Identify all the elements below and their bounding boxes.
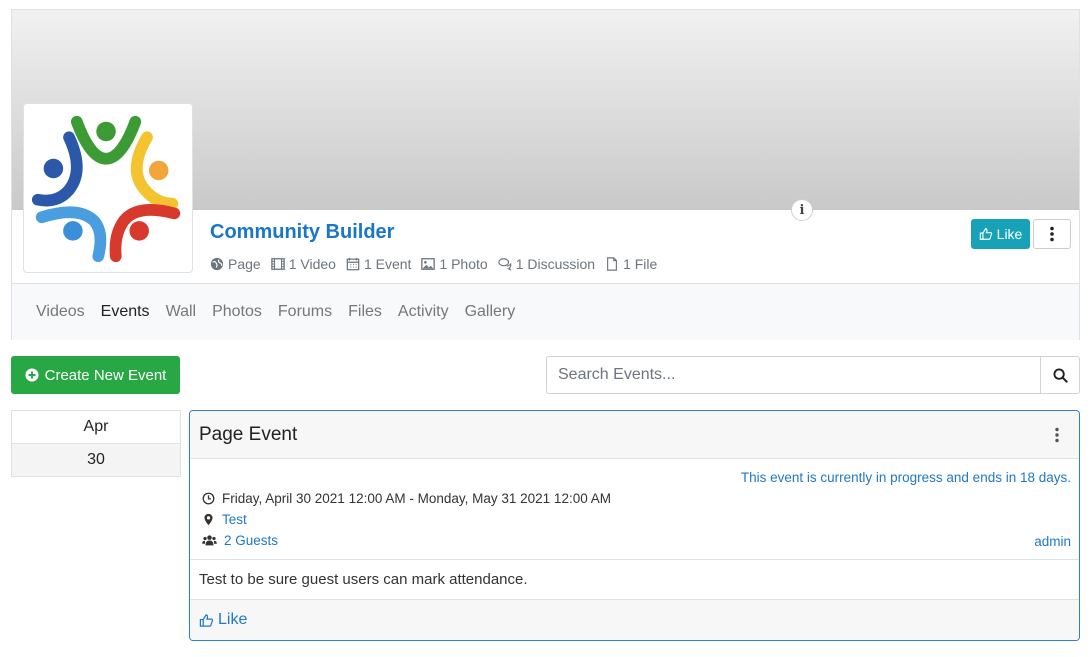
- tab-files[interactable]: Files: [348, 303, 382, 321]
- thumbs-up-icon: [199, 613, 214, 627]
- counter-label: 1 Photo: [439, 256, 488, 272]
- like-label: Like: [996, 226, 1023, 242]
- tab-gallery[interactable]: Gallery: [465, 303, 516, 321]
- event-menu-button[interactable]: [1047, 423, 1067, 447]
- tab-events[interactable]: Events: [101, 303, 150, 321]
- event-guests-link[interactable]: 2 Guests: [224, 533, 278, 548]
- event-footer: Like: [190, 600, 1079, 640]
- map-marker-icon: [204, 513, 213, 526]
- event-month: Apr: [12, 411, 180, 444]
- counter-label: 1 Discussion: [515, 256, 596, 272]
- event-details: This event is currently in progress and …: [190, 459, 1079, 560]
- counter-label: 1 File: [623, 256, 658, 272]
- event-owner-link[interactable]: admin: [1034, 534, 1071, 549]
- page-menu-button[interactable]: [1033, 219, 1071, 249]
- page-header-card: i Community Builder Page 1 Video 1 Event…: [11, 9, 1080, 340]
- event-guests-row: 2 Guests: [202, 533, 278, 548]
- event-title[interactable]: Page Event: [199, 424, 297, 446]
- counter-label: Page: [228, 256, 261, 272]
- counter-label: 1 Event: [363, 256, 412, 272]
- like-label: Like: [218, 611, 248, 628]
- page-counters: Page 1 Video 1 Event 1 Photo 1 Discussio…: [210, 256, 657, 272]
- event-location-row: Test: [202, 512, 247, 527]
- file-icon: [607, 257, 618, 271]
- globe-icon: [210, 257, 224, 271]
- film-icon: [270, 258, 285, 270]
- community-logo-icon: [31, 115, 181, 263]
- more-vertical-icon: [1050, 226, 1054, 242]
- like-event-button[interactable]: Like: [199, 611, 247, 629]
- tab-forums[interactable]: Forums: [278, 303, 332, 321]
- clock-icon: [202, 492, 215, 505]
- event-description: Test to be sure guest users can mark att…: [190, 560, 1079, 600]
- counter-label: 1 Video: [288, 256, 336, 272]
- counter-photos[interactable]: 1 Photo: [421, 256, 488, 272]
- tab-photos[interactable]: Photos: [212, 303, 262, 321]
- event-header: Page Event: [190, 411, 1079, 459]
- event-date-box: Apr 30: [11, 410, 181, 477]
- counter-videos[interactable]: 1 Video: [270, 256, 336, 272]
- calendar-icon: [346, 257, 360, 271]
- page-tabs: Videos Events Wall Photos Forums Files A…: [12, 283, 1079, 340]
- page-logo[interactable]: [23, 103, 193, 273]
- event-location-link[interactable]: Test: [222, 512, 247, 527]
- more-vertical-icon: [1055, 427, 1059, 442]
- comments-icon: [497, 258, 512, 271]
- event-status: This event is currently in progress and …: [740, 470, 1071, 485]
- event-datetime: Friday, April 30 2021 12:00 AM - Monday,…: [222, 491, 611, 506]
- event-day: 30: [12, 444, 180, 476]
- image-icon: [421, 258, 436, 270]
- users-icon: [202, 535, 217, 546]
- info-icon[interactable]: i: [791, 199, 813, 221]
- counter-events[interactable]: 1 Event: [346, 256, 411, 272]
- tab-activity[interactable]: Activity: [398, 303, 449, 321]
- event-datetime-row: Friday, April 30 2021 12:00 AM - Monday,…: [202, 491, 611, 506]
- search-events-input[interactable]: [546, 356, 1041, 394]
- counter-page: Page: [210, 256, 261, 272]
- page-title[interactable]: Community Builder: [210, 221, 394, 244]
- counter-discussions[interactable]: 1 Discussion: [497, 256, 596, 272]
- create-event-label: Create New Event: [44, 366, 167, 384]
- event-card: Page Event This event is currently in pr…: [189, 410, 1080, 641]
- create-event-button[interactable]: Create New Event: [11, 356, 180, 394]
- plus-circle-icon: [25, 368, 39, 382]
- thumbs-up-icon: [979, 228, 992, 240]
- like-page-button[interactable]: Like: [971, 219, 1030, 249]
- tab-videos[interactable]: Videos: [36, 303, 85, 321]
- counter-files[interactable]: 1 File: [605, 256, 657, 272]
- search-icon: [1052, 367, 1068, 383]
- search-button[interactable]: [1040, 356, 1080, 394]
- tab-wall[interactable]: Wall: [166, 303, 197, 321]
